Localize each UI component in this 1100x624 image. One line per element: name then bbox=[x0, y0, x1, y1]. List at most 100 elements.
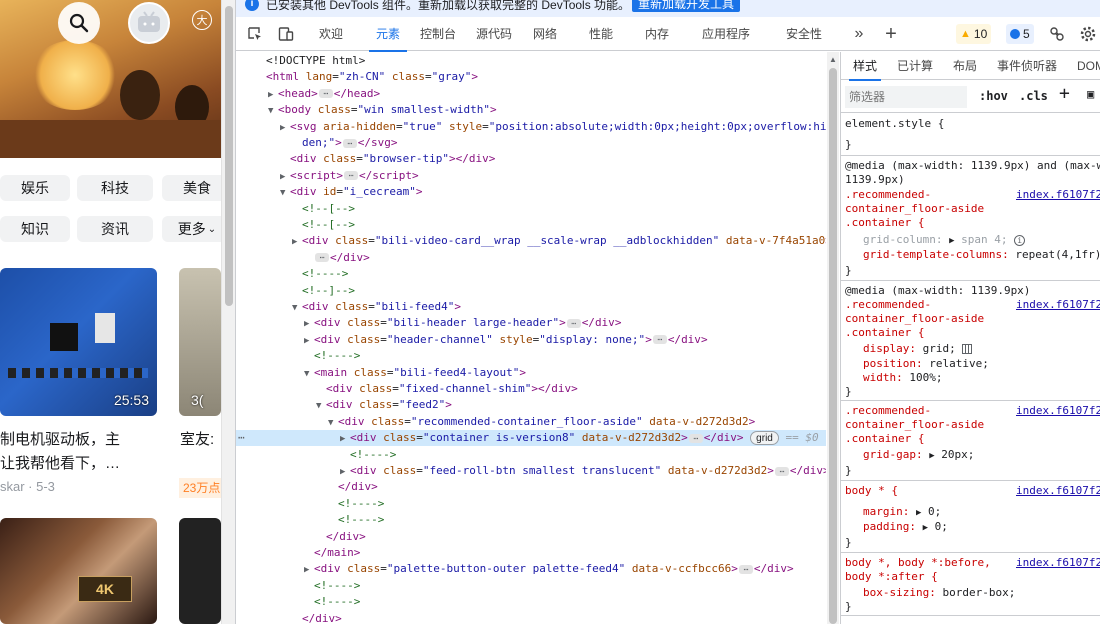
dom-node[interactable]: </div> bbox=[236, 611, 826, 624]
video-meta[interactable]: skar · 5-3 bbox=[0, 479, 55, 494]
tab-event-listeners[interactable]: 事件侦听器 bbox=[997, 52, 1057, 80]
dom-node[interactable]: ▼ <div id="i_cecream"> bbox=[236, 184, 826, 200]
tab-network[interactable]: 网络 bbox=[526, 17, 564, 51]
dom-node[interactable]: <!DOCTYPE html> bbox=[236, 53, 826, 69]
dom-node[interactable]: <!--]--> bbox=[236, 283, 826, 299]
dom-node[interactable]: den;"> ⋯ </svg> bbox=[236, 135, 826, 151]
tab-console[interactable]: 控制台 bbox=[416, 17, 460, 51]
new-rule-icon[interactable]: + bbox=[1059, 83, 1070, 104]
scrollbar-thumb[interactable] bbox=[829, 68, 837, 624]
css-declaration[interactable]: width: 100%; bbox=[863, 371, 943, 385]
category-chip[interactable]: 知识 bbox=[0, 216, 70, 242]
video-title[interactable]: 让我帮他看下，… bbox=[0, 452, 120, 473]
category-more[interactable]: 更多 ⌄ bbox=[162, 216, 221, 242]
hov-toggle[interactable]: :hov bbox=[979, 89, 1008, 103]
collapsed-ellipsis-icon[interactable]: ⋯ bbox=[566, 318, 581, 328]
styles-filter-input[interactable] bbox=[845, 86, 967, 108]
dom-node[interactable]: <!----> bbox=[236, 512, 826, 528]
tab-computed[interactable]: 已计算 bbox=[897, 52, 933, 80]
more-options-icon[interactable]: ⋯ bbox=[238, 430, 245, 446]
dom-node[interactable]: ▶ <head> ⋯ </head> bbox=[236, 86, 826, 102]
source-link[interactable]: index.f6107f2 bbox=[1016, 484, 1100, 498]
dom-node[interactable]: </div> bbox=[236, 479, 826, 495]
category-chip[interactable]: 美食 bbox=[162, 175, 221, 201]
dom-node[interactable]: ▶ <div class="feed-roll-btn smallest tran… bbox=[236, 463, 826, 479]
video-title[interactable]: 室友: bbox=[180, 428, 214, 449]
dom-node[interactable]: <html lang="zh-CN" class="gray"> bbox=[236, 69, 826, 85]
collapsed-ellipsis-icon[interactable]: ⋯ bbox=[774, 466, 789, 476]
css-declaration[interactable]: position: relative; bbox=[863, 357, 989, 371]
elements-scrollbar[interactable]: ▲ bbox=[827, 52, 839, 624]
tab-welcome[interactable]: 欢迎 bbox=[311, 17, 351, 51]
dom-node[interactable]: <!----> bbox=[236, 447, 826, 463]
settings-gear-icon[interactable] bbox=[1078, 24, 1098, 44]
scroll-up-icon[interactable]: ▲ bbox=[829, 55, 837, 64]
expand-right-icon[interactable]: ▶ bbox=[292, 234, 302, 250]
expand-right-icon[interactable]: ▶ bbox=[340, 431, 350, 447]
dom-node[interactable]: ▼ <main class="bili-feed4-layout"> bbox=[236, 365, 826, 381]
dom-node[interactable]: ▶ <div class="bili-header large-header"> ⋯… bbox=[236, 315, 826, 331]
expand-right-icon[interactable]: ▶ bbox=[280, 169, 290, 185]
warnings-badge[interactable]: ▲ 10 bbox=[956, 24, 992, 44]
source-link[interactable]: index.f6107f2 bbox=[1016, 404, 1100, 418]
selected-dom-node[interactable]: ⋯ ▶ <div class="container is-version8" dat… bbox=[236, 430, 826, 447]
dom-node[interactable]: <!----> bbox=[236, 578, 826, 594]
reload-devtools-button[interactable]: 重新加载开发工具 bbox=[632, 0, 741, 12]
dom-node[interactable]: </div> bbox=[236, 529, 826, 545]
dom-node[interactable]: <!----> bbox=[236, 266, 826, 282]
tab-performance[interactable]: 性能 bbox=[582, 17, 620, 51]
user-avatar[interactable] bbox=[128, 2, 170, 44]
category-chip[interactable]: 娱乐 bbox=[0, 175, 70, 201]
source-link[interactable]: index.f6107f2 bbox=[1016, 298, 1100, 312]
collapsed-ellipsis-icon[interactable]: ⋯ bbox=[688, 433, 703, 443]
css-declaration[interactable]: grid-gap: ▶ 20px; bbox=[863, 448, 974, 462]
dom-node[interactable]: <div class="fixed-channel-shim"></div> bbox=[236, 381, 826, 397]
tab-layout[interactable]: 布局 bbox=[953, 52, 977, 80]
dom-node[interactable]: <div class="browser-tip"></div> bbox=[236, 151, 826, 167]
dom-node[interactable]: ▼ <div class="bili-feed4"> bbox=[236, 299, 826, 315]
expand-down-icon[interactable]: ▼ bbox=[304, 366, 314, 382]
dom-node[interactable]: <!--[--> bbox=[236, 217, 826, 233]
dom-node[interactable]: <!----> bbox=[236, 496, 826, 512]
collapsed-ellipsis-icon[interactable]: ⋯ bbox=[344, 171, 358, 181]
tab-security[interactable]: 安全性 bbox=[782, 17, 826, 51]
video-title[interactable]: 制电机驱动板，主 bbox=[0, 428, 120, 449]
computed-sidebar-icon[interactable]: ▣ bbox=[1087, 87, 1094, 101]
dom-node[interactable]: ⋯ </div> bbox=[236, 250, 826, 266]
messages-badge[interactable]: 5 bbox=[1006, 24, 1034, 44]
dom-node[interactable]: <!----> bbox=[236, 594, 826, 610]
expand-right-icon[interactable]: ▶ bbox=[340, 464, 350, 480]
source-link[interactable]: index.f6107f2 bbox=[1016, 188, 1100, 202]
tab-memory[interactable]: 内存 bbox=[638, 17, 676, 51]
css-declaration[interactable]: padding: ▶ 0; bbox=[863, 520, 948, 534]
customize-icon[interactable] bbox=[1047, 24, 1067, 44]
source-link[interactable]: index.f6107f2 bbox=[1016, 556, 1100, 570]
dom-node[interactable]: </main> bbox=[236, 545, 826, 561]
expand-right-icon[interactable]: ▶ bbox=[268, 87, 278, 103]
dom-node[interactable]: ▼ <div class="recommended-container_floor… bbox=[236, 414, 826, 430]
banner-image[interactable] bbox=[0, 0, 221, 158]
expand-down-icon[interactable]: ▼ bbox=[292, 300, 302, 316]
css-declaration[interactable]: box-sizing: border-box; bbox=[863, 586, 1015, 600]
collapsed-ellipsis-icon[interactable]: ⋯ bbox=[342, 138, 357, 148]
vip-badge-icon[interactable]: 大 bbox=[192, 10, 212, 30]
tab-dom[interactable]: DOM bbox=[1077, 52, 1100, 80]
video-thumbnail[interactable]: 4K bbox=[0, 518, 157, 624]
dom-node[interactable]: <!--[--> bbox=[236, 201, 826, 217]
add-tab-icon[interactable]: + bbox=[881, 23, 901, 45]
cls-toggle[interactable]: .cls bbox=[1019, 89, 1048, 103]
tab-styles[interactable]: 样式 bbox=[848, 52, 882, 81]
expand-right-icon[interactable]: ▶ bbox=[304, 333, 314, 349]
css-declaration[interactable]: margin: ▶ 0; bbox=[863, 505, 941, 519]
dom-node[interactable]: <!----> bbox=[236, 348, 826, 364]
expand-right-icon[interactable]: ▶ bbox=[304, 316, 314, 332]
dom-node[interactable]: ▼ <div class="feed2"> bbox=[236, 397, 826, 413]
css-declaration[interactable]: grid-column: ▶ span 4; i bbox=[863, 233, 1026, 247]
grid-badge[interactable]: grid bbox=[750, 431, 779, 446]
video-thumbnail[interactable] bbox=[179, 518, 221, 624]
video-thumbnail[interactable]: 3( bbox=[179, 268, 221, 416]
inspect-element-icon[interactable] bbox=[245, 24, 265, 44]
expand-right-icon[interactable]: ▶ bbox=[280, 120, 290, 136]
tab-elements[interactable]: 元素 bbox=[369, 17, 407, 52]
expand-down-icon[interactable]: ▼ bbox=[316, 398, 326, 414]
